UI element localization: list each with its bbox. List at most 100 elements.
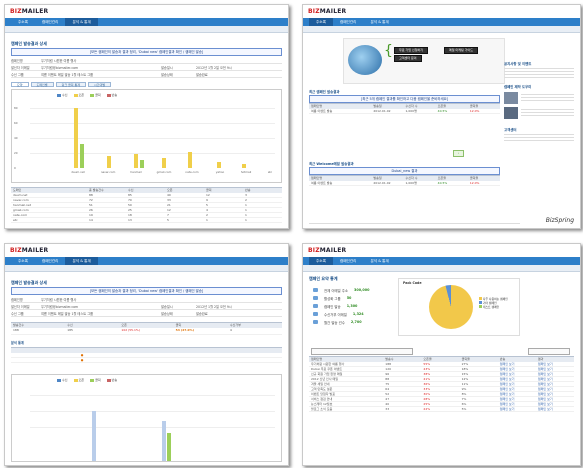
domain-table: 도메인 총 발송건수 수신 오픈 클릭 반송 daum.net 88 85 40 12 3…	[11, 187, 282, 223]
chart-bar	[217, 162, 221, 168]
chart-bar	[134, 154, 138, 168]
logo[interactable]: BIZMAILER	[308, 247, 346, 254]
tab-summary[interactable]: 요약	[11, 82, 29, 87]
footer	[309, 223, 520, 224]
tab-link-clicks[interactable]: 링크 클릭 통계	[55, 82, 87, 87]
avatar	[504, 107, 518, 119]
nav-tab-campaign[interactable]: 캠페인관리	[333, 18, 364, 26]
stat-row: 활성화 그룹 50	[313, 296, 351, 301]
tab-domain[interactable]: 도메인별	[30, 82, 54, 87]
info-banner: [모든 캠페인의 발송과 결과 정리, 'Dubai new' 캠페인결과 확인…	[11, 48, 282, 56]
nav-tab-addressbook[interactable]: 주소록	[11, 257, 35, 265]
summary-table: 발송건수 수신 오픈 클릭 수신거부 188 185 102 (55.1%) 54 (27.0…	[11, 322, 282, 335]
recent-campaign-table: 캠페인명 발송일 수신자 수 오픈율 클릭율 여름 이벤트 발송 2012.01.02 1,…	[309, 103, 500, 114]
group-icon	[313, 296, 318, 300]
sub-nav	[303, 265, 580, 272]
page-title: 캠페인 발송결과 상세	[11, 41, 47, 46]
stats-tabs: 요약 도메인별 링크 클릭 통계 시간대별	[11, 82, 112, 87]
chart-legend: 수신 오픈 클릭 반송	[57, 93, 117, 97]
brace-icon: {	[384, 43, 393, 59]
send-icon	[313, 304, 318, 308]
info-banner: Dubai_new 결과	[309, 167, 500, 175]
stat-row: 캠페인 발송 1,300	[313, 304, 357, 309]
domain-bar-chart: 수신 오픈 클릭 반송 80 60 40 20 0 daum.net naver…	[11, 89, 282, 183]
nav-tab-campaign[interactable]: 캠페인관리	[35, 18, 66, 26]
sort-select[interactable]	[528, 348, 570, 355]
chart-bar	[140, 160, 144, 168]
analysis-table: ● ●	[11, 347, 282, 363]
main-nav: 주소록 캠페인관리 분석 & 통계	[303, 18, 580, 26]
screenshot-stats-overview: BIZMAILER 주소록 캠페인관리 분석 & 통계 캠페인 요약 통계 전체…	[302, 243, 581, 466]
table-row[interactable]: 여름 이벤트 발송 2012.01.02 1,000명 40.5% 12.0%	[309, 109, 500, 114]
page-title: 캠페인 요약 통계	[309, 276, 338, 281]
table-row[interactable]: 여름 이벤트 발송 2012.01.02 1,000명 40.5% 12.0%	[309, 181, 500, 186]
page-title: 캠페인 발송결과 상세	[11, 280, 47, 285]
promo-support-button[interactable]: 고객센터 문의	[394, 55, 422, 62]
chart-bar	[162, 421, 166, 461]
nav-tab-analytics[interactable]: 분석 & 통계	[363, 18, 395, 26]
stat-row: 전체 이메일 주소 300,000	[313, 288, 369, 293]
field-row: 캠페인명 우기처럼 시원한 여름 행사	[11, 57, 282, 64]
field-row: 발신자 이메일 우기처럼@bizmailer.com 발송일시 2012년 1월 2…	[11, 303, 282, 310]
section-title: 최근 Welcome메일 발송결과	[309, 162, 354, 166]
nav-tab-addressbook[interactable]: 주소록	[309, 257, 333, 265]
more-results-button[interactable]: ›	[453, 150, 465, 157]
chart-bar	[92, 411, 96, 461]
field-row: 수신 그룹 여름 이벤트 메일 발송 1월 테스트 그룹 발송상태 발송완료	[11, 310, 282, 317]
chart-bar	[167, 433, 171, 461]
mail-icon	[313, 288, 318, 292]
nav-tab-campaign[interactable]: 캠페인관리	[333, 257, 364, 265]
promo-guide-button[interactable]: 메일 마케팅 가이드	[444, 47, 478, 54]
chart-bar	[107, 156, 111, 168]
tab-timeline[interactable]: 시간대별	[88, 82, 112, 87]
logo[interactable]: BIZMAILER	[308, 8, 346, 15]
film-reel-icon	[348, 45, 382, 75]
screenshot-campaign-detail: BIZMAILER 주소록 캠페인관리 분석 & 통계 캠페인 발송결과 상세 …	[4, 4, 289, 229]
nav-tab-addressbook[interactable]: 주소록	[11, 18, 35, 26]
chart-bar	[74, 108, 78, 168]
chart-bar	[162, 158, 166, 168]
avatar	[504, 92, 518, 104]
nav-tab-analytics[interactable]: 분석 & 통계	[363, 257, 395, 265]
logo[interactable]: BIZMAILER	[10, 247, 48, 254]
field-row: 캠페인명 우기처럼 시원한 여름 행사	[11, 296, 282, 303]
main-nav: 주소록 캠페인관리 분석 & 통계	[5, 257, 288, 265]
filter-select[interactable]	[311, 348, 413, 355]
chart-legend: 수신 오픈 클릭 반송	[57, 378, 117, 382]
table-row: etc 14 13 5 1 1	[11, 218, 282, 223]
chart-bar	[80, 144, 84, 168]
sub-nav	[5, 26, 288, 33]
section-title: 최근 캠페인 발송결과	[309, 90, 340, 94]
nav-tab-analytics[interactable]: 분석 & 통계	[65, 18, 98, 26]
promo-signup-button[interactable]: 무료 가입 신청하기	[394, 47, 428, 54]
analysis-bar-chart: 수신 오픈 클릭 반송	[11, 374, 282, 462]
sub-nav	[5, 265, 288, 272]
info-banner: [모든 캠페인의 발송과 결과 정리, 'Dubai new' 캠페인결과 확인…	[11, 287, 282, 295]
table-row: 188 185 102 (55.1%) 54 (27.0%) 4	[11, 328, 282, 335]
screenshot-dashboard: BIZMAILER 주소록 캠페인관리 분석 & 통계 { 무료 가입 신청하기…	[302, 4, 581, 229]
field-row: 수신 그룹 여름 이벤트 메일 발송 1월 테스트 그룹 발송상태 발송완료	[11, 71, 282, 78]
pie-legend: 자주 사용하는 캠페인 기타 캠페인 테스트 캠페인	[479, 297, 508, 309]
section-title: 분석 통계	[11, 341, 24, 345]
logo[interactable]: BIZMAILER	[10, 8, 48, 15]
sub-nav	[303, 26, 580, 33]
pie-chart	[429, 285, 473, 329]
promo-panel: { 무료 가입 신청하기 메일 마케팅 가이드 고객센터 문의	[343, 38, 505, 84]
chart-bar	[188, 152, 192, 168]
campaign-list-table: 캠페인명 발송수 오픈율 클릭율 반송 결과 우기처럼 시원한 여름 행사 188 55% 27…	[309, 356, 574, 412]
main-nav: 주소록 캠페인관리 분석 & 통계	[5, 18, 288, 26]
nav-tab-campaign[interactable]: 캠페인관리	[35, 257, 66, 265]
nav-tab-analytics[interactable]: 분석 & 통계	[65, 257, 98, 265]
chart-bar	[242, 164, 246, 168]
footer-brand: BizSpring	[545, 217, 574, 224]
stat-row: 월간 발송 건수 2,700	[313, 320, 362, 325]
calendar-icon	[313, 320, 318, 324]
pie-chart-panel: Pack Code 자주 사용하는 캠페인 기타 캠페인 테스트 캠페인	[398, 278, 520, 336]
block-icon	[313, 312, 318, 316]
stat-row: 수신거부 이메일 1,324	[313, 312, 364, 317]
nav-tab-addressbook[interactable]: 주소록	[309, 18, 333, 26]
info-banner: [최근 5개 캠페인 결과를 확인하고 다음 캠페인을 준비하세요]	[309, 95, 500, 103]
table-row[interactable]: 블로그 소식 모음 33 22% 5% 캠페인 보기 캠페인 보기	[309, 407, 574, 412]
welcome-table: 캠페인명 발송일 수신자 수 오픈율 클릭율 여름 이벤트 발송 2012.01.02 1,…	[309, 175, 500, 186]
screenshot-campaign-summary: BIZMAILER 주소록 캠페인관리 분석 & 통계 캠페인 발송결과 상세 …	[4, 243, 289, 466]
